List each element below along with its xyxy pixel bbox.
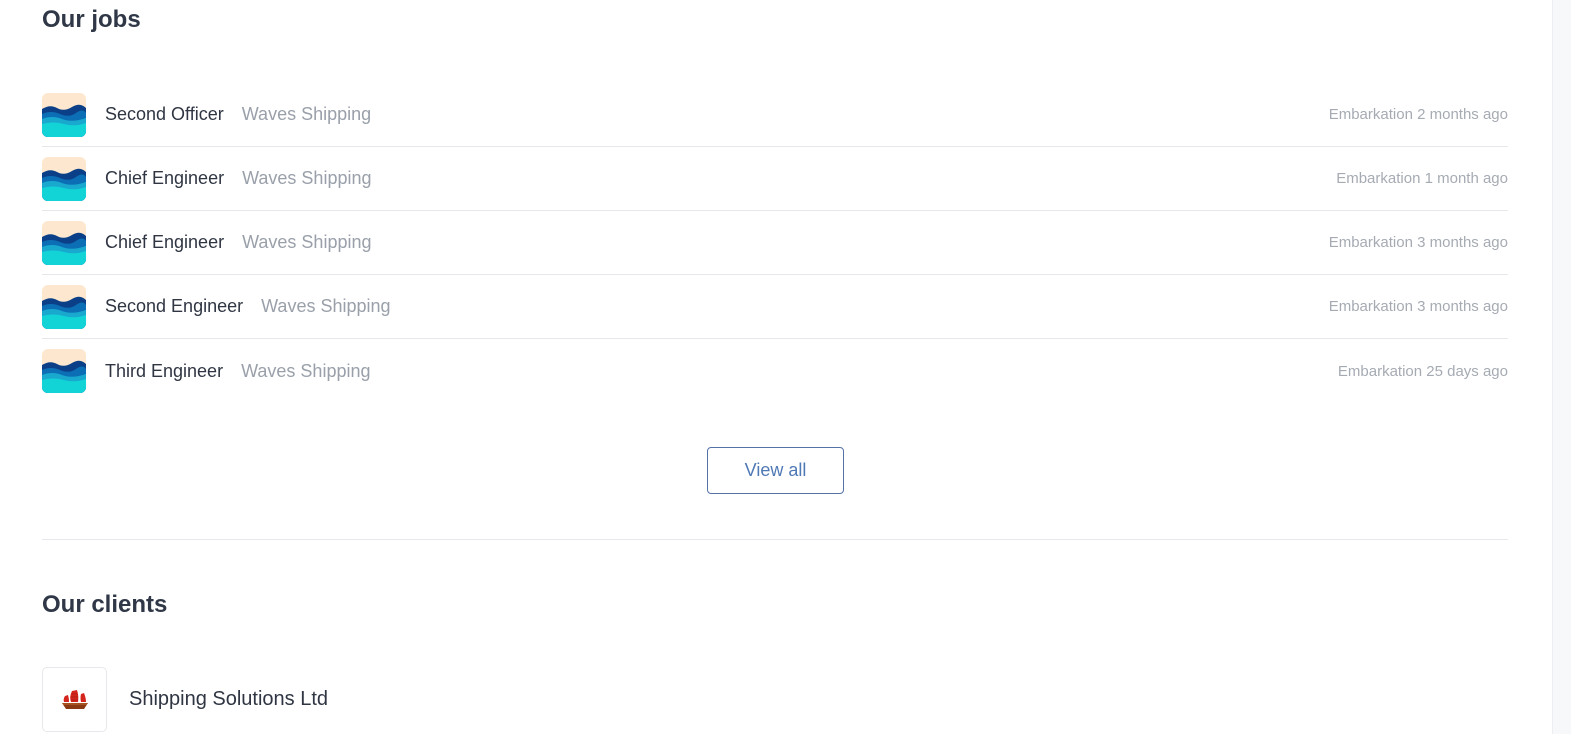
client-name-link[interactable]: Shipping Solutions Ltd bbox=[129, 688, 328, 711]
waves-logo-icon bbox=[42, 284, 86, 329]
job-title-link[interactable]: Chief Engineer bbox=[105, 168, 224, 189]
right-scroll-rail bbox=[1552, 0, 1571, 734]
job-row[interactable]: Third Engineer Waves Shipping Embarkatio… bbox=[42, 339, 1508, 403]
clients-section-title: Our clients bbox=[42, 591, 168, 618]
view-all-button[interactable]: View all bbox=[707, 447, 844, 494]
client-item[interactable]: Shipping Solutions Ltd bbox=[42, 667, 328, 732]
waves-logo-icon bbox=[42, 92, 86, 137]
job-company-link[interactable]: Waves Shipping bbox=[242, 104, 371, 125]
job-title-link[interactable]: Second Engineer bbox=[105, 296, 243, 317]
job-title-link[interactable]: Chief Engineer bbox=[105, 232, 224, 253]
waves-logo-icon bbox=[42, 220, 86, 265]
job-title-link[interactable]: Second Officer bbox=[105, 104, 224, 125]
job-row[interactable]: Chief Engineer Waves Shipping Embarkatio… bbox=[42, 211, 1508, 275]
jobs-section-title: Our jobs bbox=[42, 6, 141, 33]
job-embarkation-time: Embarkation 2 months ago bbox=[1328, 106, 1508, 123]
job-company-link[interactable]: Waves Shipping bbox=[261, 296, 390, 317]
job-company-link[interactable]: Waves Shipping bbox=[241, 361, 370, 382]
job-embarkation-time: Embarkation 3 months ago bbox=[1328, 234, 1508, 251]
waves-logo-icon bbox=[42, 349, 86, 393]
job-company-link[interactable]: Waves Shipping bbox=[242, 168, 371, 189]
job-embarkation-time: Embarkation 1 month ago bbox=[1336, 170, 1508, 187]
job-embarkation-time: Embarkation 25 days ago bbox=[1337, 362, 1508, 380]
view-all-container: View all bbox=[42, 447, 1508, 494]
junk-ship-icon bbox=[42, 667, 107, 732]
job-row[interactable]: Second Engineer Waves Shipping Embarkati… bbox=[42, 275, 1508, 339]
section-divider bbox=[42, 539, 1508, 540]
job-company-link[interactable]: Waves Shipping bbox=[242, 232, 371, 253]
job-title-link[interactable]: Third Engineer bbox=[105, 361, 223, 382]
job-row[interactable]: Second Officer Waves Shipping Embarkatio… bbox=[42, 83, 1508, 147]
waves-logo-icon bbox=[42, 156, 86, 201]
job-row[interactable]: Chief Engineer Waves Shipping Embarkatio… bbox=[42, 147, 1508, 211]
job-list: Second Officer Waves Shipping Embarkatio… bbox=[42, 83, 1508, 403]
job-embarkation-time: Embarkation 3 months ago bbox=[1328, 298, 1508, 315]
